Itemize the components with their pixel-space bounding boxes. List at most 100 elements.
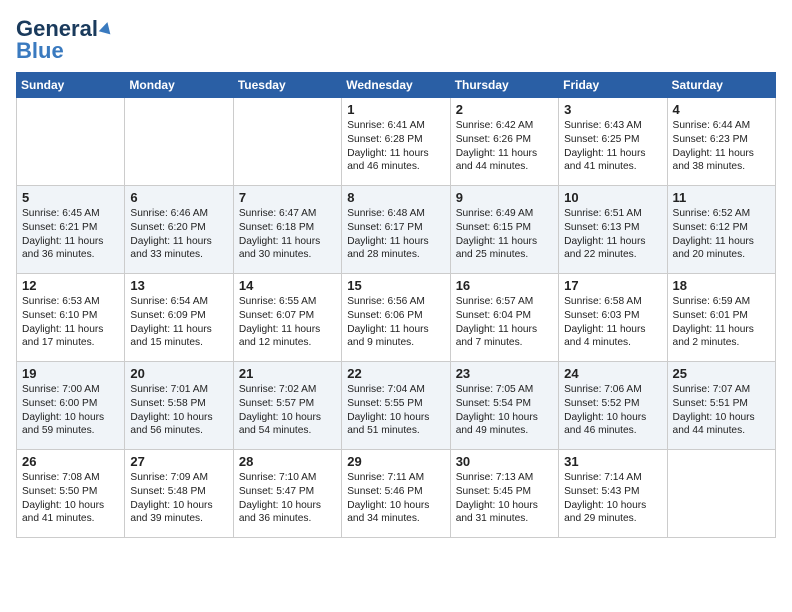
day-number: 13 — [130, 278, 227, 293]
calendar-cell: 4 Sunrise: 6:44 AM Sunset: 6:23 PM Daylig… — [667, 98, 775, 186]
calendar-cell: 7 Sunrise: 6:47 AM Sunset: 6:18 PM Daylig… — [233, 186, 341, 274]
day-number: 5 — [22, 190, 119, 205]
day-info: Sunrise: 6:42 AM Sunset: 6:26 PM Dayligh… — [456, 119, 553, 174]
day-number: 26 — [22, 454, 119, 469]
day-info: Sunrise: 6:53 AM Sunset: 6:10 PM Dayligh… — [22, 295, 119, 350]
day-number: 8 — [347, 190, 444, 205]
calendar-cell: 12 Sunrise: 6:53 AM Sunset: 6:10 PM Dayli… — [17, 274, 125, 362]
calendar-week-row: 26 Sunrise: 7:08 AM Sunset: 5:50 PM Dayli… — [17, 450, 776, 538]
day-number: 21 — [239, 366, 336, 381]
day-number: 25 — [673, 366, 770, 381]
day-number: 2 — [456, 102, 553, 117]
calendar-cell: 11Sunrise: 6:52 AM Sunset: 6:12 PM Dayli… — [667, 186, 775, 274]
weekday-header: Monday — [125, 73, 233, 98]
calendar-cell — [233, 98, 341, 186]
day-number: 24 — [564, 366, 661, 381]
day-info: Sunrise: 6:44 AM Sunset: 6:23 PM Dayligh… — [673, 119, 770, 174]
calendar-cell: 18 Sunrise: 6:59 AM Sunset: 6:01 PM Dayli… — [667, 274, 775, 362]
day-number: 16 — [456, 278, 553, 293]
day-info: Sunrise: 7:11 AM Sunset: 5:46 PM Dayligh… — [347, 471, 444, 526]
day-info: Sunrise: 6:57 AM Sunset: 6:04 PM Dayligh… — [456, 295, 553, 350]
day-number: 3 — [564, 102, 661, 117]
day-number: 22 — [347, 366, 444, 381]
day-number: 28 — [239, 454, 336, 469]
day-number: 27 — [130, 454, 227, 469]
weekday-header: Thursday — [450, 73, 558, 98]
day-number: 23 — [456, 366, 553, 381]
day-info: Sunrise: 6:41 AM Sunset: 6:28 PM Dayligh… — [347, 119, 444, 174]
day-info: Sunrise: 7:07 AM Sunset: 5:51 PM Dayligh… — [673, 383, 770, 438]
calendar-cell: 25 Sunrise: 7:07 AM Sunset: 5:51 PM Dayli… — [667, 362, 775, 450]
day-info: Sunrise: 7:08 AM Sunset: 5:50 PM Dayligh… — [22, 471, 119, 526]
day-number: 4 — [673, 102, 770, 117]
day-number: 14 — [239, 278, 336, 293]
calendar-cell: 15Sunrise: 6:56 AM Sunset: 6:06 PM Dayli… — [342, 274, 450, 362]
calendar-week-row: 19 Sunrise: 7:00 AM Sunset: 6:00 PM Dayli… — [17, 362, 776, 450]
logo-triangle-icon — [99, 20, 113, 34]
calendar-cell: 14 Sunrise: 6:55 AM Sunset: 6:07 PM Dayli… — [233, 274, 341, 362]
day-info: Sunrise: 7:09 AM Sunset: 5:48 PM Dayligh… — [130, 471, 227, 526]
weekday-header: Sunday — [17, 73, 125, 98]
day-info: Sunrise: 6:54 AM Sunset: 6:09 PM Dayligh… — [130, 295, 227, 350]
day-number: 17 — [564, 278, 661, 293]
day-info: Sunrise: 6:59 AM Sunset: 6:01 PM Dayligh… — [673, 295, 770, 350]
calendar-cell: 29 Sunrise: 7:11 AM Sunset: 5:46 PM Dayli… — [342, 450, 450, 538]
day-info: Sunrise: 6:51 AM Sunset: 6:13 PM Dayligh… — [564, 207, 661, 262]
day-info: Sunrise: 6:48 AM Sunset: 6:17 PM Dayligh… — [347, 207, 444, 262]
day-number: 20 — [130, 366, 227, 381]
day-number: 19 — [22, 366, 119, 381]
calendar-cell: 8 Sunrise: 6:48 AM Sunset: 6:17 PM Daylig… — [342, 186, 450, 274]
weekday-header: Tuesday — [233, 73, 341, 98]
day-number: 31 — [564, 454, 661, 469]
day-number: 9 — [456, 190, 553, 205]
day-number: 6 — [130, 190, 227, 205]
calendar-cell: 20 Sunrise: 7:01 AM Sunset: 5:58 PM Dayli… — [125, 362, 233, 450]
day-info: Sunrise: 7:00 AM Sunset: 6:00 PM Dayligh… — [22, 383, 119, 438]
calendar-cell: 6 Sunrise: 6:46 AM Sunset: 6:20 PM Daylig… — [125, 186, 233, 274]
day-info: Sunrise: 7:01 AM Sunset: 5:58 PM Dayligh… — [130, 383, 227, 438]
day-number: 29 — [347, 454, 444, 469]
calendar-cell: 22 Sunrise: 7:04 AM Sunset: 5:55 PM Dayli… — [342, 362, 450, 450]
day-info: Sunrise: 7:14 AM Sunset: 5:43 PM Dayligh… — [564, 471, 661, 526]
calendar-cell: 28 Sunrise: 7:10 AM Sunset: 5:47 PM Dayli… — [233, 450, 341, 538]
day-info: Sunrise: 7:13 AM Sunset: 5:45 PM Dayligh… — [456, 471, 553, 526]
calendar-week-row: 5 Sunrise: 6:45 AM Sunset: 6:21 PM Daylig… — [17, 186, 776, 274]
calendar-cell: 24 Sunrise: 7:06 AM Sunset: 5:52 PM Dayli… — [559, 362, 667, 450]
day-number: 18 — [673, 278, 770, 293]
day-info: Sunrise: 7:04 AM Sunset: 5:55 PM Dayligh… — [347, 383, 444, 438]
day-number: 15 — [347, 278, 444, 293]
day-info: Sunrise: 6:58 AM Sunset: 6:03 PM Dayligh… — [564, 295, 661, 350]
weekday-header: Friday — [559, 73, 667, 98]
day-info: Sunrise: 6:45 AM Sunset: 6:21 PM Dayligh… — [22, 207, 119, 262]
calendar-week-row: 12 Sunrise: 6:53 AM Sunset: 6:10 PM Dayli… — [17, 274, 776, 362]
calendar-cell: 5 Sunrise: 6:45 AM Sunset: 6:21 PM Daylig… — [17, 186, 125, 274]
day-number: 7 — [239, 190, 336, 205]
calendar-cell: 13 Sunrise: 6:54 AM Sunset: 6:09 PM Dayli… — [125, 274, 233, 362]
day-number: 12 — [22, 278, 119, 293]
calendar-cell: 21 Sunrise: 7:02 AM Sunset: 5:57 PM Dayli… — [233, 362, 341, 450]
calendar-cell: 10 Sunrise: 6:51 AM Sunset: 6:13 PM Dayli… — [559, 186, 667, 274]
calendar-cell: 27 Sunrise: 7:09 AM Sunset: 5:48 PM Dayli… — [125, 450, 233, 538]
logo: General Blue — [16, 16, 112, 64]
weekday-header: Saturday — [667, 73, 775, 98]
day-info: Sunrise: 7:10 AM Sunset: 5:47 PM Dayligh… — [239, 471, 336, 526]
day-info: Sunrise: 6:47 AM Sunset: 6:18 PM Dayligh… — [239, 207, 336, 262]
day-info: Sunrise: 6:46 AM Sunset: 6:20 PM Dayligh… — [130, 207, 227, 262]
day-info: Sunrise: 6:43 AM Sunset: 6:25 PM Dayligh… — [564, 119, 661, 174]
calendar-cell — [667, 450, 775, 538]
calendar-cell: 23Sunrise: 7:05 AM Sunset: 5:54 PM Dayli… — [450, 362, 558, 450]
calendar-cell: 1 Sunrise: 6:41 AM Sunset: 6:28 PM Daylig… — [342, 98, 450, 186]
page-header: General Blue — [16, 16, 776, 64]
logo-blue: Blue — [16, 38, 64, 64]
calendar-cell: 3 Sunrise: 6:43 AM Sunset: 6:25 PM Daylig… — [559, 98, 667, 186]
calendar-cell: 2 Sunrise: 6:42 AM Sunset: 6:26 PM Daylig… — [450, 98, 558, 186]
day-info: Sunrise: 7:02 AM Sunset: 5:57 PM Dayligh… — [239, 383, 336, 438]
day-number: 10 — [564, 190, 661, 205]
calendar-cell: 16 Sunrise: 6:57 AM Sunset: 6:04 PM Dayli… — [450, 274, 558, 362]
day-number: 1 — [347, 102, 444, 117]
weekday-header: Wednesday — [342, 73, 450, 98]
day-info: Sunrise: 6:55 AM Sunset: 6:07 PM Dayligh… — [239, 295, 336, 350]
calendar-cell — [125, 98, 233, 186]
day-info: Sunrise: 7:06 AM Sunset: 5:52 PM Dayligh… — [564, 383, 661, 438]
calendar-table: SundayMondayTuesdayWednesdayThursdayFrid… — [16, 72, 776, 538]
